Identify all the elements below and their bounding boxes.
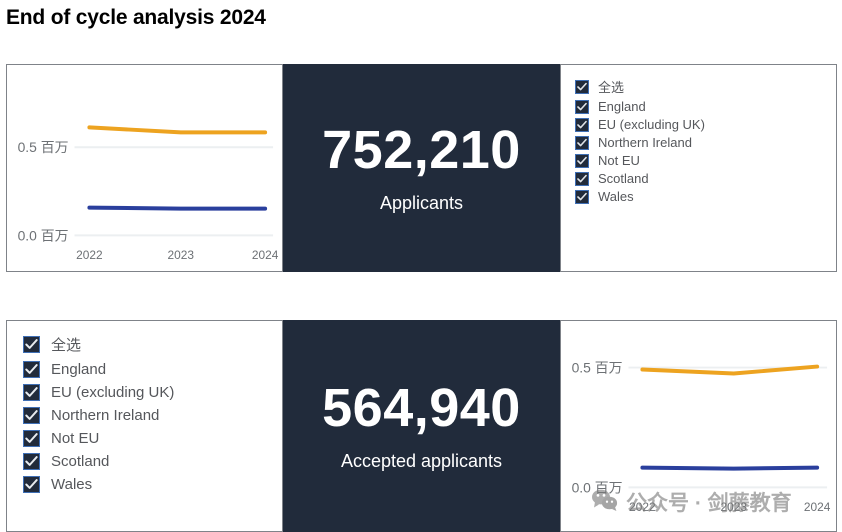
accepted-trend-chart: 0.5 百万 0.0 百万 2022 2023 2024 xyxy=(561,321,836,531)
region-filter-label: England xyxy=(598,99,646,114)
region-filter-item-england[interactable]: England xyxy=(575,99,836,114)
region-filter-item-wales[interactable]: Wales xyxy=(23,476,282,493)
series-line-accepted xyxy=(87,205,268,211)
checkbox-checked-icon[interactable] xyxy=(23,430,40,447)
region-filter-item-england[interactable]: England xyxy=(23,361,282,378)
region-filter-label: Scotland xyxy=(598,171,649,186)
checkbox-checked-icon[interactable] xyxy=(23,407,40,424)
region-filter-panel-bottom[interactable]: 全选 England EU (excluding UK) Northern Ir… xyxy=(6,320,283,532)
region-filter-panel-top[interactable]: 全选 England EU (excluding UK) Northern Ir… xyxy=(560,64,837,272)
region-filter-item-not-eu[interactable]: Not EU xyxy=(575,153,836,168)
checkbox-checked-icon[interactable] xyxy=(23,453,40,470)
accepted-applicants-kpi-label: Accepted applicants xyxy=(340,450,503,471)
region-filter-item-scotland[interactable]: Scotland xyxy=(575,171,836,186)
region-filter-label: 全选 xyxy=(51,337,82,354)
region-filter-item-scotland[interactable]: Scotland xyxy=(23,453,282,470)
x-tick-label-2024: 2024 xyxy=(252,248,279,262)
checkbox-checked-icon[interactable] xyxy=(575,135,589,150)
checkbox-checked-icon[interactable] xyxy=(23,361,40,378)
y-tick-label-lower: 0.0 百万 xyxy=(18,227,69,243)
region-filter-label: Northern Ireland xyxy=(51,407,160,424)
accepted-trend-svg: 0.5 百万 0.0 百万 2022 2023 2024 xyxy=(572,360,831,515)
accepted-trend-chart-panel: 0.5 百万 0.0 百万 2022 2023 2024 xyxy=(560,320,837,532)
region-filter-label: Not EU xyxy=(51,430,100,447)
checkbox-checked-icon[interactable] xyxy=(575,171,589,186)
applicants-trend-svg: 0.5 百万 0.0 百万 2022 2023 2024 xyxy=(18,125,279,262)
applicants-trend-chart: 0.5 百万 0.0 百万 2022 2023 2024 xyxy=(7,65,282,271)
x-tick-label-2022: 2022 xyxy=(76,248,102,262)
y-tick-label-lower: 0.0 百万 xyxy=(572,479,623,495)
checkbox-checked-icon[interactable] xyxy=(575,153,589,168)
series-line-accepted xyxy=(640,465,820,471)
x-tick-label-2023: 2023 xyxy=(721,500,748,514)
applicants-kpi-value: 752,210 xyxy=(322,119,521,180)
checkbox-checked-icon[interactable] xyxy=(23,476,40,493)
region-filter-item-eu-excluding-uk[interactable]: EU (excluding UK) xyxy=(575,117,836,132)
x-tick-label-2023: 2023 xyxy=(168,248,195,262)
region-filter-item-eu-excluding-uk[interactable]: EU (excluding UK) xyxy=(23,384,282,401)
region-filter-label: 全选 xyxy=(598,80,625,95)
y-tick-label-upper: 0.5 百万 xyxy=(572,360,623,376)
region-filter-item-not-eu[interactable]: Not EU xyxy=(23,430,282,447)
region-filter-label: Not EU xyxy=(598,153,640,168)
region-filter-list-top[interactable]: 全选 England EU (excluding UK) Northern Ir… xyxy=(561,65,836,271)
applicants-kpi-panel: 752,210 Applicants xyxy=(283,64,560,272)
region-filter-item-wales[interactable]: Wales xyxy=(575,189,836,204)
checkbox-checked-icon[interactable] xyxy=(23,384,40,401)
applicants-trend-chart-panel: 0.5 百万 0.0 百万 2022 2023 2024 xyxy=(6,64,283,272)
region-filter-item-northern-ireland[interactable]: Northern Ireland xyxy=(23,407,282,424)
checkbox-checked-icon[interactable] xyxy=(575,79,589,94)
region-filter-list-bottom[interactable]: 全选 England EU (excluding UK) Northern Ir… xyxy=(7,321,282,531)
region-filter-label: Wales xyxy=(51,476,93,493)
region-filter-item-select-all[interactable]: 全选 xyxy=(575,77,836,96)
series-line-applicants xyxy=(87,125,268,135)
accepted-applicants-kpi-panel: 564,940 Accepted applicants xyxy=(283,320,560,532)
region-filter-item-northern-ireland[interactable]: Northern Ireland xyxy=(575,135,836,150)
y-tick-label-upper: 0.5 百万 xyxy=(18,139,69,155)
accepted-applicants-kpi: 564,940 Accepted applicants xyxy=(283,320,560,532)
checkbox-checked-icon[interactable] xyxy=(23,336,40,353)
x-tick-label-2024: 2024 xyxy=(804,500,831,514)
region-filter-label: EU (excluding UK) xyxy=(51,384,175,401)
checkbox-checked-icon[interactable] xyxy=(575,117,589,132)
region-filter-label: Scotland xyxy=(51,453,110,470)
x-tick-label-2022: 2022 xyxy=(629,500,656,514)
checkbox-checked-icon[interactable] xyxy=(575,99,589,114)
applicants-kpi-label: Applicants xyxy=(379,192,464,213)
page-title: End of cycle analysis 2024 xyxy=(6,6,266,29)
region-filter-item-select-all[interactable]: 全选 xyxy=(23,334,282,355)
checkbox-checked-icon[interactable] xyxy=(575,189,589,204)
region-filter-label: Northern Ireland xyxy=(598,135,692,150)
accepted-applicants-kpi-value: 564,940 xyxy=(322,377,521,438)
region-filter-label: England xyxy=(51,361,107,378)
region-filter-label: Wales xyxy=(598,189,634,204)
applicants-kpi: 752,210 Applicants xyxy=(283,64,560,272)
region-filter-label: EU (excluding UK) xyxy=(598,117,705,132)
